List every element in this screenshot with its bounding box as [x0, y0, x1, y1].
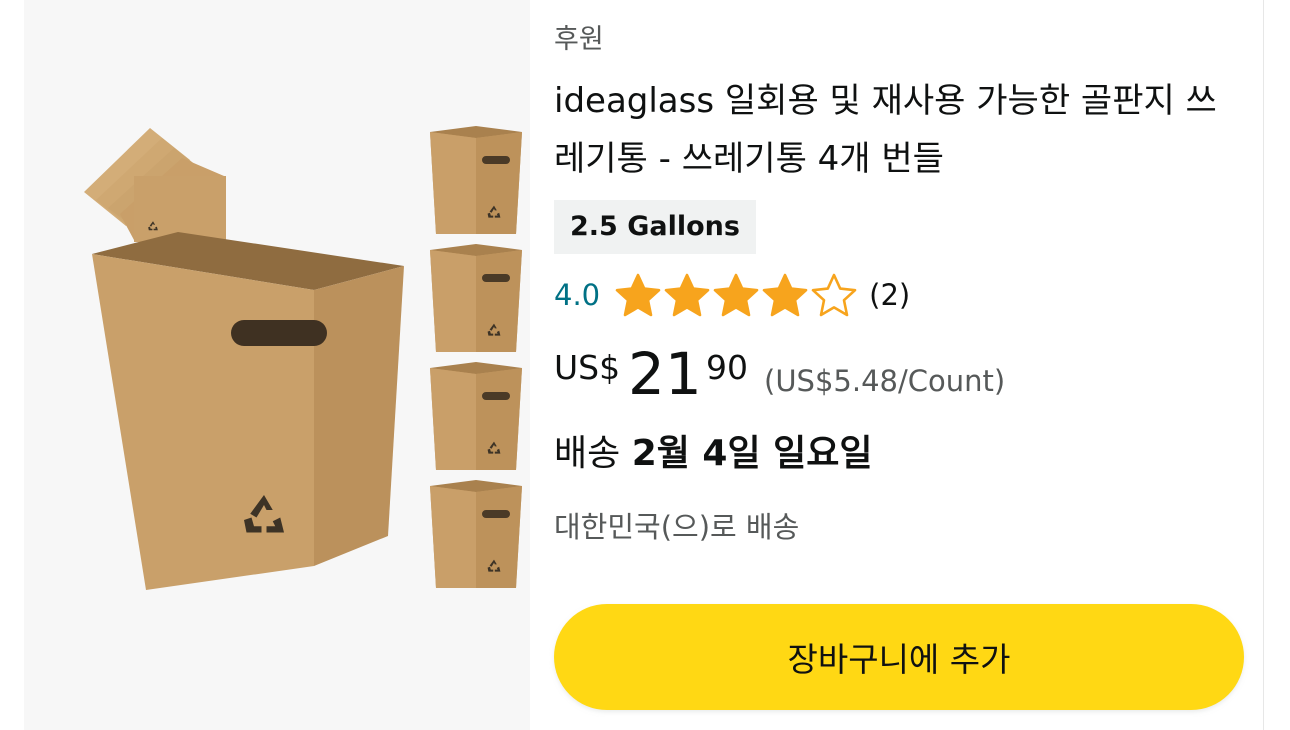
star-full-icon	[713, 273, 759, 317]
price-fraction: 90	[706, 348, 748, 387]
add-to-cart-button[interactable]: 장바구니에 추가	[554, 604, 1244, 710]
sponsored-label: 후원	[554, 24, 604, 55]
product-image[interactable]	[24, 0, 530, 730]
review-count[interactable]: (2)	[869, 278, 910, 312]
variant-badge: 2.5 Gallons	[554, 200, 756, 254]
ship-to: 대한민국(으)로 배송	[554, 510, 800, 544]
unit-price: (US$5.48/Count)	[764, 364, 1006, 398]
cardboard-bins-illustration	[84, 0, 530, 590]
star-rating[interactable]	[614, 272, 859, 318]
rating-row[interactable]: 4.0 (2)	[554, 270, 910, 320]
price-currency: US$	[554, 348, 621, 387]
rating-value: 4.0	[554, 278, 601, 312]
price-whole: 21	[628, 340, 702, 408]
star-full-icon	[664, 273, 710, 317]
product-title[interactable]: ideaglass 일회용 및 재사용 가능한 골판지 쓰레기통 - 쓰레기통 …	[554, 72, 1234, 188]
delivery-date: 2월 4일 일요일	[631, 433, 873, 474]
flat-boxes	[84, 128, 226, 242]
product-card[interactable]: 후원 ideaglass 일회용 및 재사용 가능한 골판지 쓰레기통 - 쓰레…	[24, 0, 1264, 730]
star-full-icon	[615, 273, 661, 317]
delivery-prefix: 배송	[554, 433, 621, 474]
large-bin	[92, 232, 404, 590]
star-empty-icon	[811, 273, 857, 317]
star-full-icon	[762, 273, 808, 317]
delivery-info: 배송 2월 4일 일요일	[554, 428, 872, 480]
